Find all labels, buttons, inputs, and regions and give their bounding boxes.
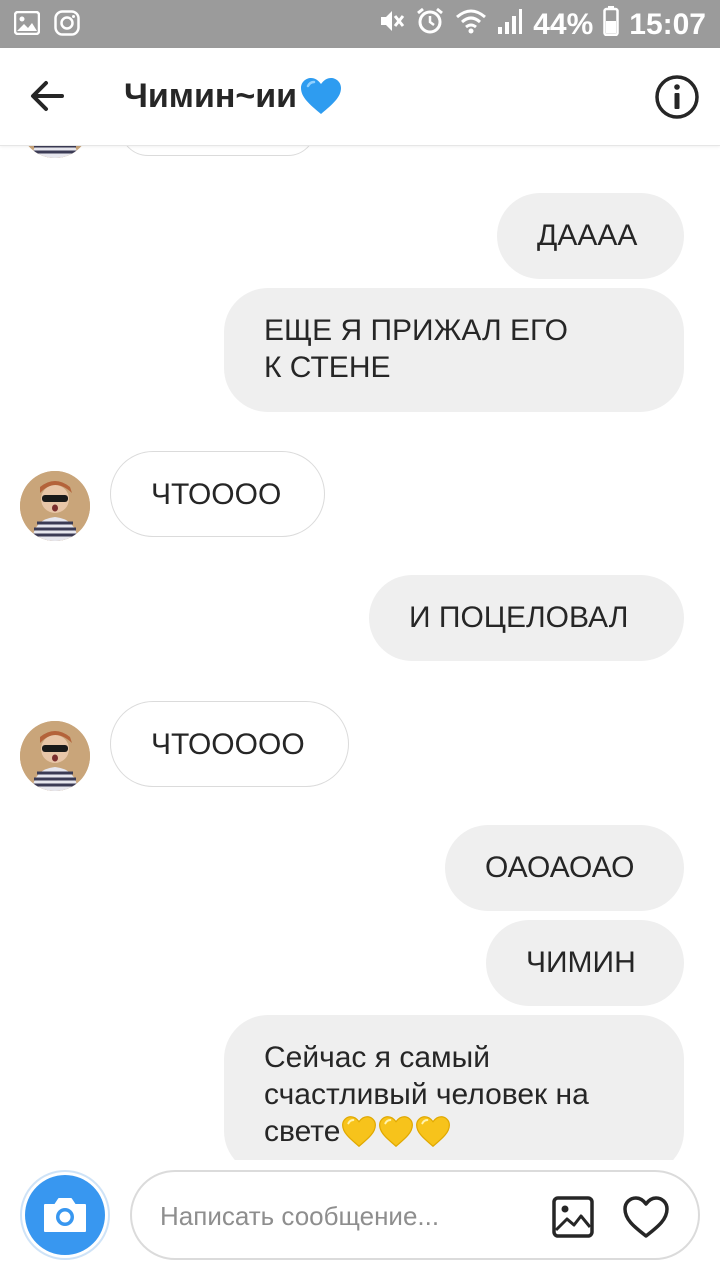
camera-button-fill: [25, 1175, 105, 1255]
chat-title-text: Чимин~ии: [124, 77, 298, 115]
gallery-button[interactable]: [550, 1194, 596, 1240]
message-text: ЧТООООО: [151, 728, 305, 761]
back-button[interactable]: [26, 74, 70, 118]
back-arrow-icon: [31, 81, 64, 111]
message-bubble-sent[interactable]: ДАААА: [497, 193, 684, 279]
info-button[interactable]: [654, 74, 700, 120]
message-text-line: К СТЕНЕ: [264, 351, 391, 384]
mute-icon: [377, 7, 405, 43]
message-bubble-sent[interactable]: ЕЩЕ Я ПРИЖАЛ ЕГО К СТЕНЕ: [224, 288, 684, 412]
message-text: ЧИМИН: [526, 946, 636, 979]
info-icon: [655, 75, 699, 119]
clock: 15:07: [629, 8, 706, 41]
wifi-icon: [455, 7, 487, 43]
camera-icon: [44, 1198, 86, 1232]
message-bubble-received[interactable]: ЧТООООО: [110, 701, 349, 787]
heart-outline-icon: [623, 1196, 669, 1238]
image-icon: [13, 10, 41, 40]
message-text: ОАОАОАО: [485, 851, 635, 884]
contact-avatar[interactable]: [20, 471, 90, 541]
message-bubble-sent[interactable]: ЧИМИН: [486, 920, 684, 1006]
message-text: ЧТОООО: [151, 478, 282, 511]
like-button[interactable]: [622, 1194, 670, 1240]
message-text-line: ЕЩЕ Я ПРИЖАЛ ЕГО: [264, 314, 568, 347]
message-text-line: свете: [264, 1113, 684, 1150]
contact-avatar[interactable]: [20, 721, 90, 791]
yellow-heart-icon: [378, 1115, 414, 1148]
message-input-container: [130, 1170, 700, 1260]
message-text-line: Сейчас я самый: [264, 1041, 490, 1074]
status-right-icons: 44% 15:07: [377, 6, 706, 44]
message-text: И ПОЦЕЛОВАЛ: [409, 601, 629, 634]
message-text: свете: [264, 1115, 341, 1148]
yellow-heart-icon: [341, 1115, 377, 1148]
yellow-heart-icon: [415, 1115, 451, 1148]
status-bar: 44% 15:07: [0, 0, 720, 48]
signal-icon: [497, 7, 523, 43]
chat-header: Чимин~ии: [0, 48, 720, 146]
gallery-icon: [552, 1196, 594, 1238]
battery-icon: [603, 6, 620, 44]
instagram-icon: [54, 10, 80, 41]
message-bubble-received[interactable]: ЧТОООО: [110, 451, 325, 537]
alarm-icon: [415, 6, 445, 44]
status-left-icons: [13, 10, 80, 41]
message-bubble-sent[interactable]: Сейчас я самый счастливый человек на све…: [224, 1015, 684, 1175]
message-text: ДАААА: [537, 219, 638, 252]
message-text-line: счастливый человек на: [264, 1078, 589, 1111]
blue-heart-icon: [299, 76, 343, 116]
message-bubble-sent[interactable]: И ПОЦЕЛОВАЛ: [369, 575, 684, 661]
chat-title[interactable]: Чимин~ии: [124, 76, 343, 116]
battery-percent: 44%: [533, 8, 594, 41]
message-input[interactable]: [160, 1194, 540, 1238]
message-bubble-sent[interactable]: ОАОАОАО: [445, 825, 684, 911]
camera-button[interactable]: [20, 1170, 110, 1260]
